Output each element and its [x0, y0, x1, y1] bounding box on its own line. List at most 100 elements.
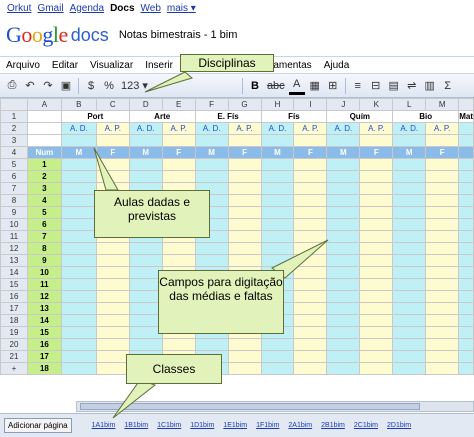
grade-input-cell[interactable]	[392, 338, 427, 351]
grade-input-cell[interactable]	[260, 350, 295, 363]
align-icon[interactable]: ≡	[350, 77, 366, 95]
grade-input-cell[interactable]	[326, 194, 361, 207]
grade-input-cell[interactable]	[392, 350, 427, 363]
student-number-cell[interactable]: 16	[26, 338, 62, 351]
grade-input-cell[interactable]	[260, 218, 295, 231]
grade-input-cell[interactable]	[161, 170, 196, 183]
sheet-tab-2b1bim[interactable]: 2B1bim	[321, 422, 345, 429]
lesson-count-header[interactable]	[458, 122, 474, 135]
student-number-cell[interactable]: 4	[26, 194, 62, 207]
grade-input-cell[interactable]	[194, 338, 229, 351]
column-header[interactable]: I	[293, 98, 328, 111]
column-header[interactable]: G	[227, 98, 262, 111]
scrollbar-thumb[interactable]	[80, 403, 420, 410]
row-header[interactable]: 6	[0, 170, 28, 183]
subject-header[interactable]: Arte	[128, 110, 196, 123]
grade-input-cell[interactable]	[425, 278, 460, 291]
grade-input-cell[interactable]	[458, 170, 474, 183]
grade-absence-header[interactable]: M	[194, 146, 229, 159]
lesson-count-header[interactable]: A. D.	[392, 122, 427, 135]
grade-input-cell[interactable]	[194, 170, 229, 183]
grade-input-cell[interactable]	[227, 350, 262, 363]
borders-icon[interactable]: ⊞	[325, 77, 341, 95]
grade-input-cell[interactable]	[458, 230, 474, 243]
merge-cells-icon[interactable]: ⊟	[368, 77, 384, 95]
grade-input-cell[interactable]	[161, 158, 196, 171]
grade-input-cell[interactable]	[60, 350, 97, 363]
formula-sum-icon[interactable]: Σ	[440, 77, 456, 95]
student-number-cell[interactable]: 17	[26, 350, 62, 363]
row-header[interactable]: 1	[0, 110, 28, 123]
row-header[interactable]: 5	[0, 158, 28, 171]
grade-input-cell[interactable]	[425, 350, 460, 363]
grade-input-cell[interactable]	[326, 182, 361, 195]
grade-input-cell[interactable]	[260, 230, 295, 243]
grade-input-cell[interactable]	[95, 266, 130, 279]
grade-input-cell[interactable]	[227, 170, 262, 183]
grade-input-cell[interactable]	[293, 326, 328, 339]
grade-input-cell[interactable]	[95, 242, 130, 255]
currency-format-button[interactable]: $	[83, 77, 99, 95]
menu-ajuda[interactable]: Ajuda	[318, 60, 356, 71]
grade-input-cell[interactable]	[95, 350, 130, 363]
grade-input-cell[interactable]	[458, 242, 474, 255]
grade-input-cell[interactable]	[392, 218, 427, 231]
grade-input-cell[interactable]	[128, 242, 163, 255]
student-number-cell[interactable]: 6	[26, 218, 62, 231]
grade-input-cell[interactable]	[359, 182, 394, 195]
grade-input-cell[interactable]	[60, 206, 97, 219]
bold-button[interactable]: B	[247, 77, 263, 95]
grade-input-cell[interactable]	[293, 290, 328, 303]
student-number-cell[interactable]: 8	[26, 242, 62, 255]
grade-input-cell[interactable]	[227, 254, 262, 267]
grade-input-cell[interactable]	[60, 266, 97, 279]
percent-format-button[interactable]: %	[101, 77, 117, 95]
grade-input-cell[interactable]	[128, 170, 163, 183]
grade-input-cell[interactable]	[425, 158, 460, 171]
row-header[interactable]: 9	[0, 206, 28, 219]
grade-input-cell[interactable]	[194, 254, 229, 267]
grade-input-cell[interactable]	[392, 194, 427, 207]
grade-input-cell[interactable]	[60, 314, 97, 327]
grade-input-cell[interactable]	[458, 302, 474, 315]
grade-input-cell[interactable]	[227, 182, 262, 195]
grade-input-cell[interactable]	[95, 314, 130, 327]
grade-input-cell[interactable]	[326, 158, 361, 171]
grade-input-cell[interactable]	[260, 254, 295, 267]
grade-input-cell[interactable]	[293, 182, 328, 195]
grade-absence-header[interactable]: F	[359, 146, 394, 159]
lesson-count-cell[interactable]	[60, 134, 97, 147]
row-header[interactable]: 17	[0, 302, 28, 315]
grade-input-cell[interactable]	[458, 278, 474, 291]
grade-absence-header[interactable]: F	[293, 146, 328, 159]
grade-input-cell[interactable]	[392, 278, 427, 291]
grade-input-cell[interactable]	[60, 302, 97, 315]
row-header[interactable]: 20	[0, 338, 28, 351]
menu-arquivo[interactable]: Arquivo	[0, 60, 46, 71]
grade-input-cell[interactable]	[293, 362, 328, 375]
column-header[interactable]: H	[260, 98, 295, 111]
student-number-cell[interactable]: 1	[26, 158, 62, 171]
student-number-cell[interactable]: 3	[26, 182, 62, 195]
student-number-cell[interactable]: 11	[26, 278, 62, 291]
student-number-cell[interactable]: 2	[26, 170, 62, 183]
grade-input-cell[interactable]	[293, 206, 328, 219]
grade-input-cell[interactable]	[60, 194, 97, 207]
grade-input-cell[interactable]	[326, 266, 361, 279]
subject-header[interactable]: E. Fís	[194, 110, 262, 123]
column-header[interactable]	[458, 98, 474, 111]
grade-input-cell[interactable]	[60, 338, 97, 351]
subject-header[interactable]: Bio	[392, 110, 460, 123]
lesson-count-header[interactable]: A. D.	[194, 122, 229, 135]
grade-absence-header[interactable]: F	[425, 146, 460, 159]
grade-input-cell[interactable]	[95, 170, 130, 183]
grade-input-cell[interactable]	[194, 158, 229, 171]
grade-input-cell[interactable]	[458, 158, 474, 171]
grade-input-cell[interactable]	[359, 242, 394, 255]
grade-input-cell[interactable]	[326, 362, 361, 375]
column-header[interactable]: K	[359, 98, 394, 111]
column-header[interactable]: C	[95, 98, 130, 111]
grade-input-cell[interactable]	[425, 218, 460, 231]
grade-input-cell[interactable]	[425, 182, 460, 195]
number-format-dropdown[interactable]: 123 ▾	[119, 77, 150, 95]
